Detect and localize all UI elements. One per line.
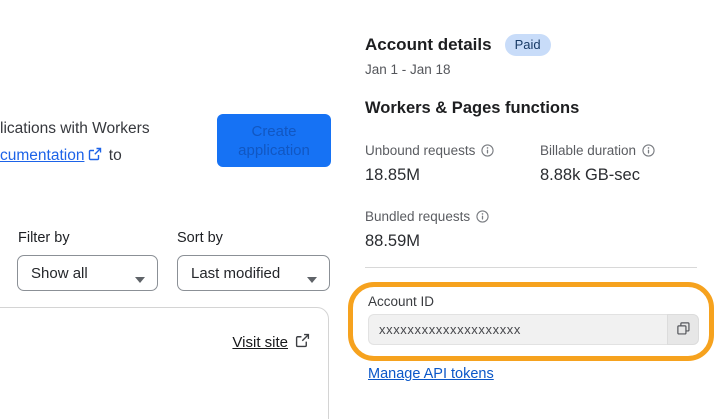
manage-api-tokens-link[interactable]: Manage API tokens (368, 366, 494, 382)
stat-unbound-requests: Unbound requests 18.85M (365, 143, 494, 185)
workers-pages-functions-title: Workers & Pages functions (365, 99, 580, 117)
info-circle-icon[interactable] (476, 210, 489, 223)
account-id-field-group (368, 314, 699, 345)
filter-dropdown[interactable]: Show all (17, 255, 158, 291)
visit-site-label: Visit site (232, 334, 288, 351)
documentation-link[interactable]: cumentation (0, 147, 84, 164)
filter-dropdown-value: Show all (31, 264, 88, 282)
intro-text: lications with Workers cumentation to (0, 115, 210, 170)
stat-value: 8.88k GB-sec (540, 166, 640, 184)
visit-site-link[interactable]: Visit site (232, 333, 310, 352)
paid-status-badge: Paid (504, 34, 551, 56)
account-id-input[interactable] (368, 314, 667, 345)
stat-billable-duration: Billable duration 8.88k GB-sec (540, 143, 655, 185)
sort-dropdown-value: Last modified (191, 264, 281, 282)
external-link-icon (295, 333, 310, 352)
account-id-label: Account ID (368, 294, 435, 309)
stat-label: Unbound requests (365, 143, 476, 158)
workers-pages-dashboard: lications with Workers cumentation to Cr… (0, 0, 718, 419)
create-application-button[interactable]: Create application (217, 114, 331, 167)
sort-dropdown[interactable]: Last modified (177, 255, 330, 291)
filter-by-label: Filter by (18, 230, 70, 246)
stat-value: 18.85M (365, 166, 421, 184)
project-card: Visit site (0, 307, 329, 419)
external-link-icon (88, 143, 102, 170)
stat-value: 88.59M (365, 232, 421, 250)
account-details-header: Account details Paid (365, 34, 551, 56)
copy-icon (676, 321, 691, 339)
info-circle-icon[interactable] (642, 144, 655, 157)
account-details-title: Account details (365, 35, 492, 54)
chevron-down-icon (135, 270, 145, 283)
billing-date-range: Jan 1 - Jan 18 (365, 62, 451, 77)
chevron-down-icon (307, 270, 317, 283)
stat-label: Billable duration (540, 143, 637, 158)
intro-line1: lications with Workers (0, 120, 150, 137)
intro-after-link: to (108, 147, 122, 164)
section-divider (365, 267, 697, 268)
copy-account-id-button[interactable] (667, 314, 699, 345)
info-circle-icon[interactable] (481, 144, 494, 157)
stat-bundled-requests: Bundled requests 88.59M (365, 209, 489, 251)
sort-by-label: Sort by (177, 230, 223, 246)
stat-label: Bundled requests (365, 209, 471, 224)
